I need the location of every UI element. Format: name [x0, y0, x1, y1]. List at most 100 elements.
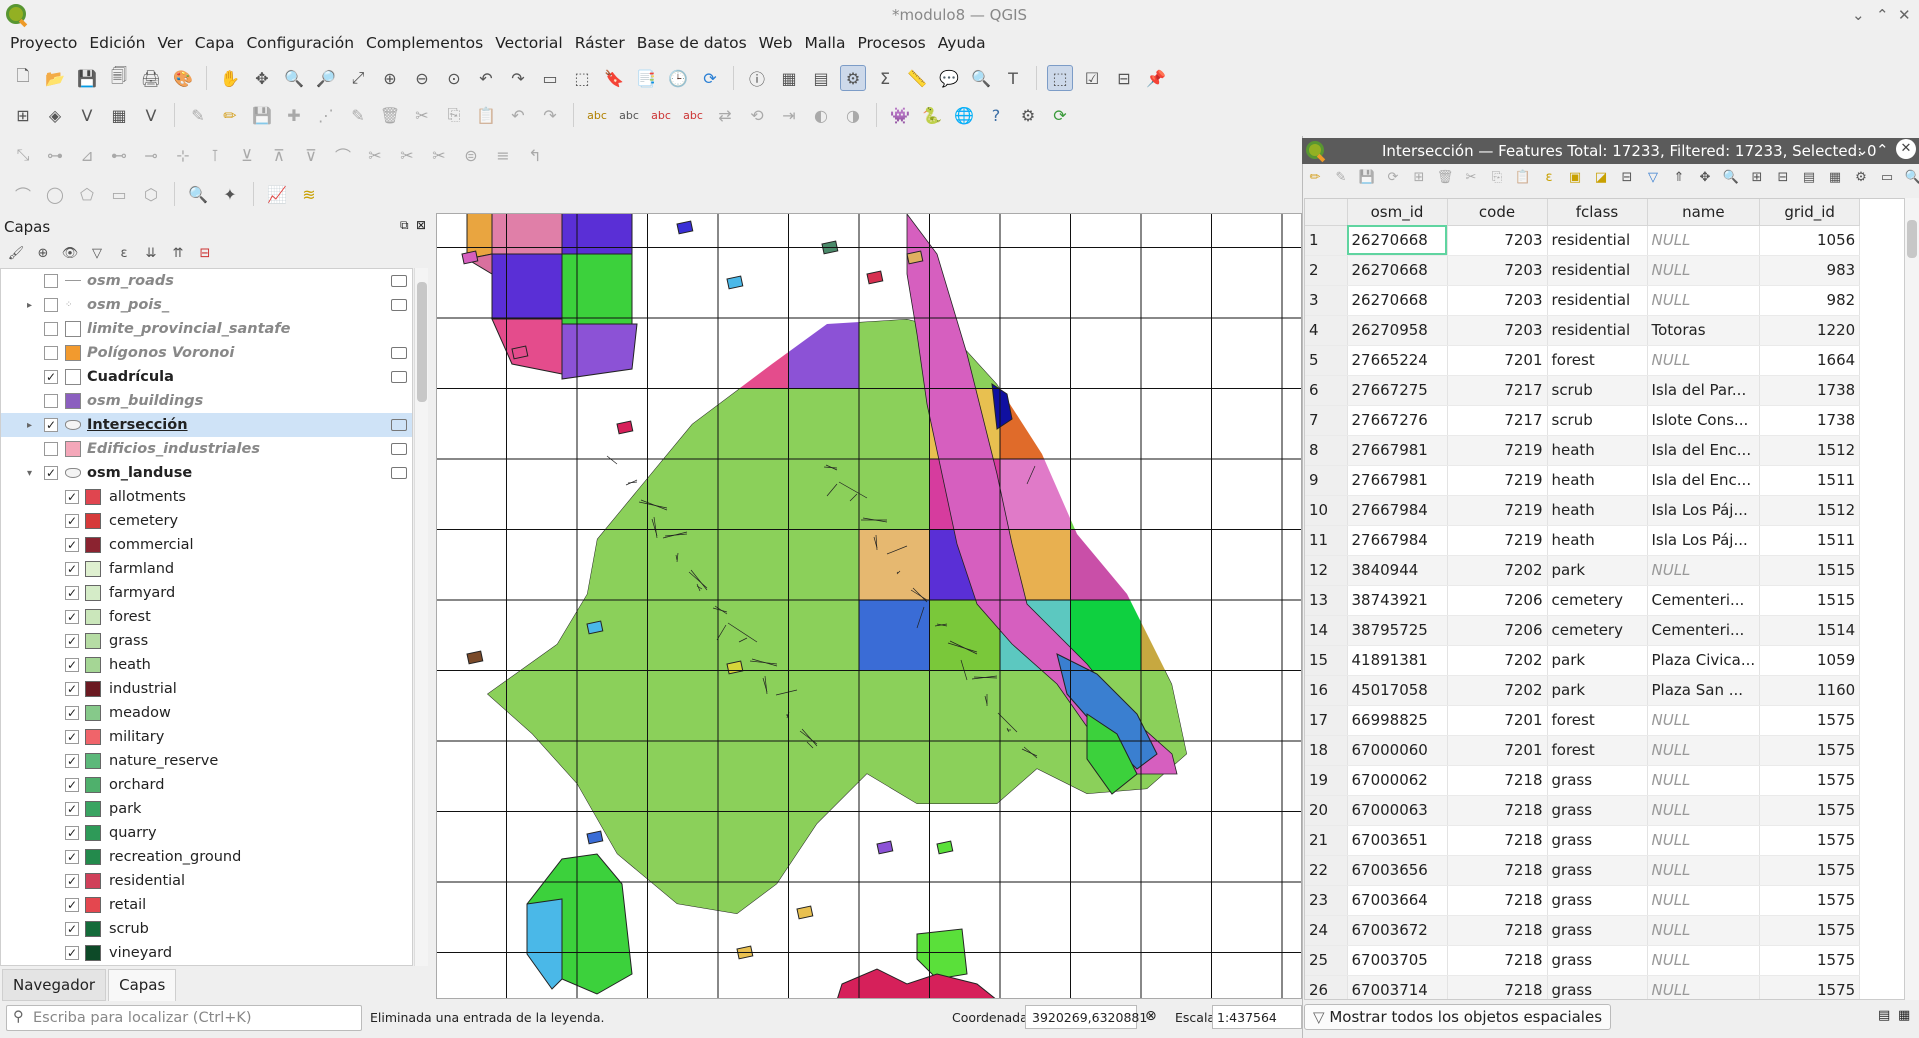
vertex-tool-icon[interactable]: ⋰ — [313, 102, 339, 128]
row-number[interactable]: 25 — [1305, 945, 1348, 976]
deselect-icon[interactable]: ⊟ — [1111, 65, 1137, 91]
plugin-reload-icon[interactable]: ⟳ — [1047, 102, 1073, 128]
copy-icon[interactable]: ⎘ — [441, 102, 467, 128]
digitize-icon-8[interactable]: ⊻ — [234, 142, 260, 168]
menu-configuracion[interactable]: Configuración — [240, 30, 360, 58]
cell-name[interactable]: Totoras — [1647, 315, 1761, 346]
filter-select-icon[interactable]: ▽ — [1644, 168, 1662, 186]
new-3d-view-icon[interactable]: ⬚ — [569, 65, 595, 91]
digitize-icon-7[interactable]: ⊺ — [202, 142, 228, 168]
legend-class-row[interactable]: ✓ allotments — [1, 485, 412, 509]
row-number[interactable]: 21 — [1305, 825, 1348, 856]
cell-grid-id[interactable]: 1575 — [1759, 735, 1861, 766]
locator-icon[interactable]: 🔍 — [968, 65, 994, 91]
toggle-edit-icon[interactable]: ✏ — [1306, 168, 1324, 186]
table-row[interactable]: 10 27667984 7219 heath Isla Los Páj... 1512 — [1305, 495, 1861, 526]
digitize-icon-9[interactable]: ⊼ — [266, 142, 292, 168]
pan-icon[interactable]: ✋ — [217, 65, 243, 91]
globe-icon[interactable]: 🌐 — [951, 102, 977, 128]
cell-fclass[interactable]: residential — [1547, 255, 1648, 286]
filter-expression-icon[interactable]: ε — [114, 243, 134, 263]
show-all-features-dropdown[interactable]: ▽ Mostrar todos los objetos espaciales — [1304, 1004, 1612, 1030]
cell-name[interactable]: NULL — [1647, 825, 1761, 856]
cell-grid-id[interactable]: 1575 — [1759, 765, 1861, 796]
maximize-icon[interactable]: ⌃ — [1876, 141, 1889, 159]
cell-grid-id[interactable]: 1575 — [1759, 915, 1861, 946]
menu-web[interactable]: Web — [753, 30, 799, 58]
cell-grid-id[interactable]: 1514 — [1759, 615, 1861, 646]
map-svg[interactable] — [437, 214, 1302, 999]
cell-fclass[interactable]: grass — [1547, 825, 1648, 856]
attribute-grid[interactable]: osm_id code fclass name grid_id 1 2627066… — [1304, 198, 1905, 1000]
label-move-icon[interactable]: ⇄ — [712, 102, 738, 128]
table-row[interactable]: 20 67000063 7218 grass NULL 1575 — [1305, 795, 1861, 826]
cell-name[interactable]: NULL — [1647, 285, 1761, 316]
label-diagram-icon[interactable]: ◑ — [840, 102, 866, 128]
legend-class-row[interactable]: ✓ residential — [1, 869, 412, 893]
label-rotate-icon[interactable]: ⟲ — [744, 102, 770, 128]
digitize-icon-1[interactable]: ⤡ — [10, 142, 36, 168]
remove-layer-icon[interactable]: ⊟ — [195, 243, 215, 263]
cell-code[interactable]: 7206 — [1447, 585, 1548, 616]
menu-ayuda[interactable]: Ayuda — [932, 30, 992, 58]
save-edits-icon[interactable]: 💾 — [249, 102, 275, 128]
cell-code[interactable]: 7218 — [1447, 975, 1548, 999]
layer-options-icon[interactable] — [391, 467, 407, 479]
table-row[interactable]: 15 41891381 7202 park Plaza Civica... 1059 — [1305, 645, 1861, 676]
label-show-icon[interactable]: ◐ — [808, 102, 834, 128]
corner-cell[interactable] — [1305, 199, 1348, 226]
cell-osm-id[interactable]: 67003664 — [1347, 885, 1448, 916]
filter-legend-icon[interactable]: ▽ — [87, 243, 107, 263]
menu-ver[interactable]: Ver — [151, 30, 188, 58]
layer-options-icon[interactable] — [391, 275, 407, 287]
layer-row[interactable]: osm_buildings — [1, 389, 412, 413]
zoom-last-icon[interactable]: ↶ — [473, 65, 499, 91]
cell-fclass[interactable]: scrub — [1547, 405, 1648, 436]
table-row[interactable]: 14 38795725 7206 cemetery Cementeri... 1514 — [1305, 615, 1861, 646]
tab-capas[interactable]: Capas — [108, 969, 177, 1001]
cell-fclass[interactable]: heath — [1547, 435, 1648, 466]
cell-grid-id[interactable]: 1738 — [1759, 375, 1861, 406]
cell-grid-id[interactable]: 982 — [1759, 285, 1861, 316]
digitize-icon-2[interactable]: ⊶ — [42, 142, 68, 168]
layer-stack-icon[interactable]: ≋ — [296, 181, 322, 207]
class-visibility-checkbox[interactable]: ✓ — [65, 586, 79, 600]
table-row[interactable]: 26 67003714 7218 grass NULL 1575 — [1305, 975, 1861, 999]
row-number[interactable]: 6 — [1305, 375, 1348, 406]
new-map-view-icon[interactable]: ▭ — [537, 65, 563, 91]
layer-visibility-checkbox[interactable]: ✓ — [44, 418, 58, 432]
table-row[interactable]: 13 38743921 7206 cemetery Cementeri... 1515 — [1305, 585, 1861, 616]
actions-icon[interactable]: ⚙ — [1852, 168, 1870, 186]
map-tips-icon[interactable]: 💬 — [936, 65, 962, 91]
cell-grid-id[interactable]: 1575 — [1759, 855, 1861, 886]
profile-tool-icon[interactable]: 📈 — [264, 181, 290, 207]
panel-float-icon[interactable]: ⧉ — [400, 218, 409, 233]
cell-fclass[interactable]: forest — [1547, 735, 1648, 766]
cell-grid-id[interactable]: 1575 — [1759, 975, 1861, 999]
cell-osm-id[interactable]: 27667984 — [1347, 525, 1448, 556]
cell-osm-id[interactable]: 27667276 — [1347, 405, 1448, 436]
cell-grid-id[interactable]: 1738 — [1759, 405, 1861, 436]
add-feature-icon[interactable]: ⊞ — [1410, 168, 1428, 186]
cell-name[interactable]: NULL — [1647, 975, 1761, 999]
cell-name[interactable]: Isla del Par... — [1647, 375, 1761, 406]
cell-grid-id[interactable]: 1515 — [1759, 555, 1861, 586]
digitize-icon-10[interactable]: ⊽ — [298, 142, 324, 168]
data-source-manager-icon[interactable]: ⊞ — [10, 102, 36, 128]
col-header-code[interactable]: code — [1447, 199, 1548, 226]
close-icon[interactable]: ✕ — [1898, 6, 1911, 24]
save-as-icon[interactable]: 🗐 — [106, 65, 132, 91]
cell-fclass[interactable]: grass — [1547, 765, 1648, 796]
cell-osm-id[interactable]: 27667981 — [1347, 465, 1448, 496]
modify-attributes-icon[interactable]: ✎ — [345, 102, 371, 128]
field-calculator-icon[interactable]: ▤ — [808, 65, 834, 91]
cell-osm-id[interactable]: 66998825 — [1347, 705, 1448, 736]
digitize-icon-17[interactable]: ↰ — [522, 142, 548, 168]
layer-options-icon[interactable] — [391, 371, 407, 383]
table-row[interactable]: 21 67003651 7218 grass NULL 1575 — [1305, 825, 1861, 856]
add-delimited-icon[interactable]: V — [138, 102, 164, 128]
zoom-layer-icon[interactable]: ⊖ — [409, 65, 435, 91]
row-number[interactable]: 16 — [1305, 675, 1348, 706]
cell-code[interactable]: 7218 — [1447, 765, 1548, 796]
layer-visibility-checkbox[interactable] — [44, 394, 58, 408]
